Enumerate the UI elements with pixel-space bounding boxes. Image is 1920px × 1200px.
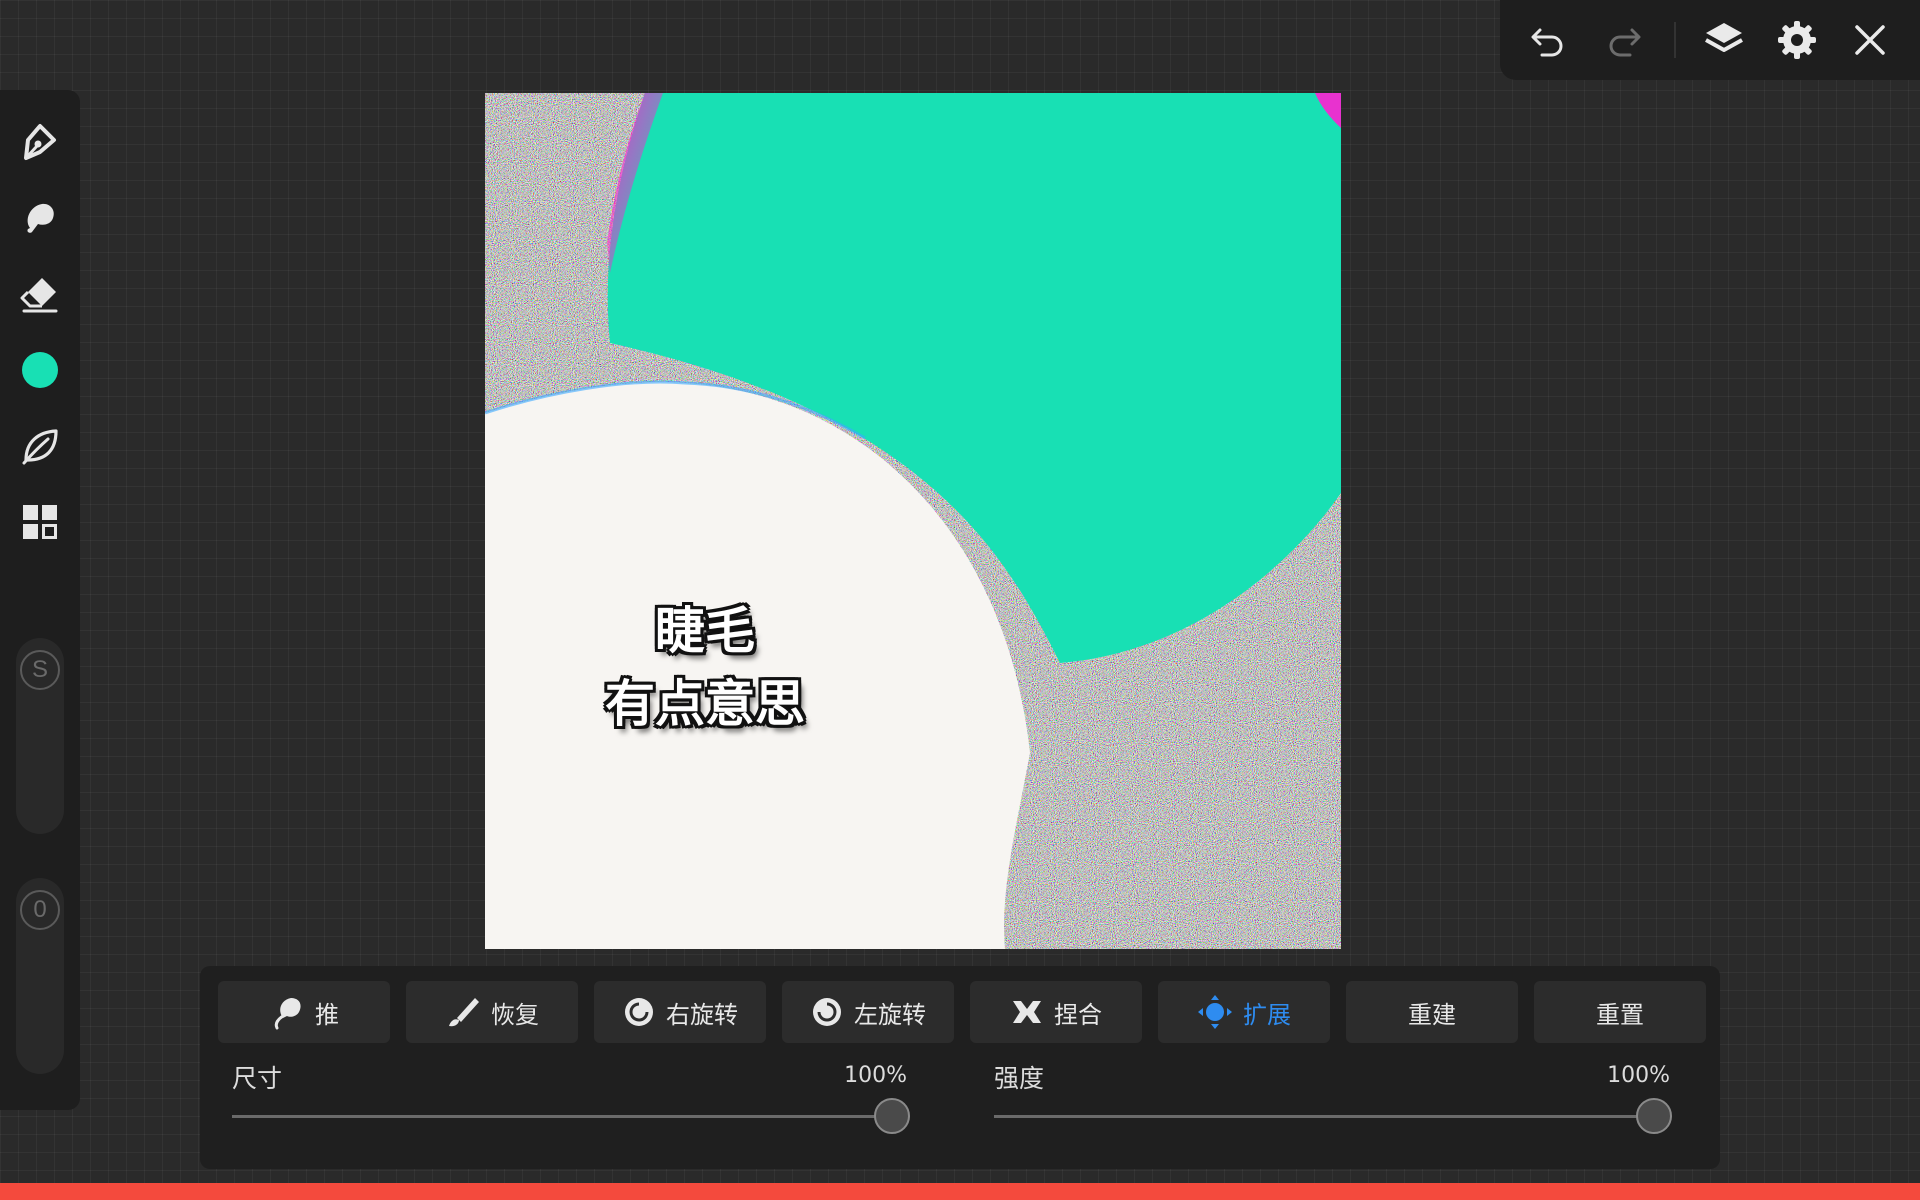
mode-pinch-button[interactable]: 捏合 (970, 981, 1142, 1043)
mode-twirl-right-label: 右旋转 (666, 1000, 738, 1029)
size-value: 100% (844, 1063, 907, 1088)
size-label: 尺寸 (232, 1064, 283, 1093)
layers-icon[interactable] (1700, 16, 1748, 64)
reset-label: 重置 (1596, 1000, 1644, 1029)
current-color-dot (22, 352, 58, 388)
left-tool-sidebar: S 0 (0, 90, 80, 1110)
mode-expand-button[interactable]: 扩展 (1158, 981, 1330, 1043)
caption-line-2: 有点意思 (605, 675, 805, 733)
twirl-right-icon (625, 998, 653, 1026)
liquify-panel: 推 恢复 右旋转 左旋转 捏合 扩展 重建 重置 尺寸 100% 强度 100% (200, 966, 1720, 1169)
brush-size-slider[interactable]: S (16, 638, 64, 834)
mode-restore-button[interactable]: 恢复 (406, 981, 578, 1043)
size-slider-thumb[interactable] (874, 1098, 910, 1134)
liquify-mode-bar: 推 恢复 右旋转 左旋转 捏合 扩展 重建 重置 (218, 981, 1706, 1043)
smudge-icon[interactable] (16, 194, 64, 242)
strength-slider-fill (994, 1115, 1654, 1118)
brush-opacity-knob[interactable]: 0 (20, 890, 60, 930)
brush-size-label: S (31, 656, 48, 683)
mode-pinch-label: 捏合 (1054, 1000, 1102, 1029)
rebuild-label: 重建 (1408, 1000, 1456, 1029)
brush-size-knob[interactable]: S (20, 650, 60, 690)
canvas-artwork (485, 93, 1341, 949)
size-slider[interactable] (232, 1096, 910, 1136)
rebuild-button[interactable]: 重建 (1346, 981, 1518, 1043)
brush-opacity-slider[interactable]: 0 (16, 878, 64, 1074)
strength-slider[interactable] (994, 1096, 1672, 1136)
bottom-accent-strip (0, 1183, 1920, 1200)
close-icon[interactable] (1846, 16, 1894, 64)
pen-icon[interactable] (16, 118, 64, 166)
size-slider-fill (232, 1115, 892, 1118)
redo-icon[interactable] (1600, 16, 1648, 64)
caption-line-1: 睫毛 (655, 602, 755, 660)
restore-icon (449, 998, 479, 1027)
undo-icon[interactable] (1524, 16, 1572, 64)
strength-slider-thumb[interactable] (1636, 1098, 1672, 1134)
mode-twirl-left-button[interactable]: 左旋转 (782, 981, 954, 1043)
top-toolbar (1500, 0, 1920, 80)
liquify-leaf-icon[interactable] (16, 422, 64, 470)
pinch-icon (1013, 1001, 1041, 1023)
mode-twirl-right-button[interactable]: 右旋转 (594, 981, 766, 1043)
mode-expand-label: 扩展 (1243, 1000, 1291, 1029)
settings-icon[interactable] (1773, 16, 1821, 64)
mode-push-button[interactable]: 推 (218, 981, 390, 1043)
mode-restore-label: 恢复 (491, 1000, 539, 1029)
canvas-caption: 睫毛 有点意思 (605, 595, 805, 741)
strength-label: 强度 (994, 1064, 1045, 1093)
eraser-icon[interactable] (16, 270, 64, 318)
brush-opacity-label: 0 (33, 896, 47, 923)
color-swatch[interactable] (16, 346, 64, 394)
toolbar-divider (1674, 22, 1676, 58)
reset-button[interactable]: 重置 (1534, 981, 1706, 1043)
mode-twirl-left-label: 左旋转 (854, 1000, 926, 1029)
mode-push-label: 推 (315, 1000, 339, 1029)
grid-icon[interactable] (16, 498, 64, 546)
push-icon (274, 998, 301, 1030)
twirl-left-icon (813, 998, 841, 1026)
strength-value: 100% (1607, 1063, 1670, 1088)
expand-icon (1198, 995, 1232, 1029)
drawing-canvas[interactable]: 睫毛 有点意思 (485, 93, 1341, 949)
